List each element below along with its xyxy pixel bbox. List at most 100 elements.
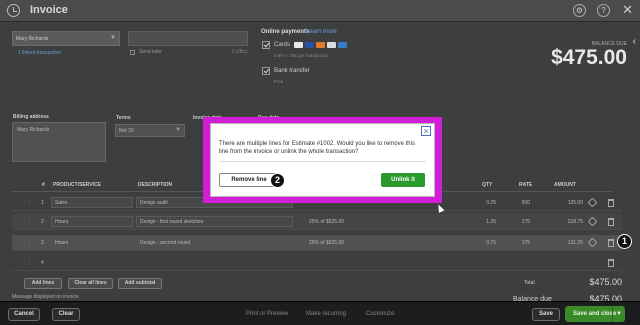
linked-transaction-link[interactable]: 1 linked transaction — [18, 50, 61, 56]
chevron-down-icon[interactable]: ▼ — [612, 306, 625, 322]
cancel-button[interactable]: Cancel — [8, 308, 40, 321]
link-icon[interactable] — [587, 237, 598, 248]
terms-label: Terms — [116, 115, 131, 121]
send-later-checkbox[interactable] — [130, 50, 135, 55]
chevron-down-icon: ▼ — [175, 127, 181, 133]
dialog-message: There are multiple lines for Estimate #1… — [219, 141, 415, 155]
table-row[interactable]: ⋮⋮ 3 Hours Design - second round 25% of … — [12, 235, 622, 251]
unlink-it-button[interactable]: Unlink it — [381, 173, 425, 187]
col-num: # — [42, 182, 45, 188]
row-amount: 131.25 — [567, 240, 583, 246]
close-icon[interactable]: × — [421, 126, 431, 136]
customize-link[interactable]: Customize — [366, 311, 394, 317]
send-later-label: Send later — [139, 49, 162, 55]
link-icon[interactable] — [587, 197, 598, 208]
message-label: Message displayed on invoice — [12, 294, 79, 300]
save-and-close-label: Save and close — [573, 311, 617, 317]
terms-value: Net 30 — [119, 128, 134, 134]
row-qty: 0.75 — [486, 240, 496, 246]
invoice-header: Invoice ⚙ ? ✕ — [0, 0, 640, 22]
row-rate: 175 — [521, 219, 530, 225]
row-qty: 0.25 — [486, 200, 496, 206]
row-rate: 175 — [521, 240, 530, 246]
bank-transfer-fee: Free — [274, 79, 284, 84]
cards-label: Cards — [274, 42, 291, 48]
col-product: PRODUCT/SERVICE — [53, 182, 101, 188]
discover-icon — [327, 42, 336, 48]
row-description-note: 25% of $525.00 — [309, 219, 345, 225]
drag-handle-icon[interactable]: ⋮⋮ — [22, 219, 32, 225]
terms-select[interactable]: Net 30 ▼ — [115, 124, 185, 137]
cards-checkbox[interactable] — [262, 41, 270, 49]
mastercard-icon — [316, 42, 325, 48]
customer-email-input[interactable] — [128, 31, 248, 46]
save-and-close-button[interactable]: Save and close ▼ — [565, 306, 625, 322]
row-product: Hours — [55, 219, 69, 225]
clear-button[interactable]: Clear — [52, 308, 80, 321]
print-preview-link[interactable]: Print or Preview — [246, 311, 288, 317]
amex-icon — [338, 42, 347, 48]
customer-name: Mary Richards — [16, 36, 49, 42]
row-qty: 1.25 — [486, 219, 496, 225]
billing-address-label: Billing address — [13, 114, 49, 120]
trash-icon[interactable] — [608, 218, 614, 226]
col-qty: QTY — [482, 182, 493, 188]
page-title: Invoice — [30, 4, 68, 16]
collapse-panel-icon[interactable]: ‹ — [633, 36, 636, 47]
row-amount: 125.00 — [567, 200, 583, 206]
trash-icon[interactable] — [608, 239, 614, 247]
total-amount: $475.00 — [589, 277, 622, 287]
help-icon[interactable]: ? — [597, 4, 610, 17]
add-subtotal-button[interactable]: Add subtotal — [118, 278, 162, 289]
trash-icon[interactable] — [608, 199, 614, 207]
col-description: DESCRIPTION — [138, 182, 173, 188]
save-button[interactable]: Save — [532, 308, 560, 321]
clear-all-lines-button[interactable]: Clear all lines — [68, 278, 113, 289]
balance-due-amount: $475.00 — [551, 46, 627, 69]
settings-icon[interactable]: ⚙ — [573, 4, 586, 17]
callout-badge-2: 2 — [270, 173, 285, 188]
unlink-dialog: × There are multiple lines for Estimate … — [210, 123, 435, 197]
row-description: Design - first round sketches — [140, 219, 204, 225]
table-row[interactable]: ⋮⋮ 2 Hours Design - first round sketches… — [12, 214, 622, 230]
row-num: 2 — [41, 219, 44, 225]
make-recurring-link[interactable]: Make recurring — [306, 311, 346, 317]
row-product: Hours — [55, 240, 69, 246]
close-icon[interactable]: ✕ — [622, 2, 633, 18]
bank-transfer-label: Bank transfer — [274, 68, 310, 74]
history-icon[interactable] — [7, 4, 20, 17]
dialog-divider — [219, 161, 426, 162]
row-product: Sales — [55, 200, 68, 206]
row-description: Design audit — [140, 200, 168, 206]
row-description-note: 25% of $525.00 — [309, 240, 345, 246]
row-num: 1 — [41, 200, 44, 206]
callout-badge-1: 1 — [617, 234, 632, 249]
billing-address-value: Mary Richards — [17, 127, 50, 133]
row-num: 4 — [41, 260, 44, 266]
customer-select[interactable]: Mary Richards ▼ — [12, 31, 120, 46]
footer-bar: Cancel Clear Print or Preview Make recur… — [0, 301, 640, 325]
bank-transfer-checkbox[interactable] — [262, 67, 270, 75]
chevron-down-icon: ▼ — [110, 35, 116, 41]
row-description: Design - second round — [140, 240, 191, 246]
drag-handle-icon[interactable]: ⋮⋮ — [22, 260, 32, 266]
billing-address-field[interactable]: Mary Richards — [12, 122, 106, 162]
visa-icon — [305, 42, 314, 48]
card-logo-icon — [294, 42, 303, 48]
row-amount: 218.75 — [567, 219, 583, 225]
learn-more-link[interactable]: Learn more — [306, 29, 337, 35]
trash-icon[interactable] — [608, 259, 614, 267]
drag-handle-icon[interactable]: ⋮⋮ — [22, 200, 32, 206]
cards-fee: 2.9% + 25¢ per transaction — [274, 53, 328, 58]
row-num: 3 — [41, 240, 44, 246]
cc-bcc-link[interactable]: Cc/Bcc — [232, 49, 248, 55]
total-label: Total — [524, 280, 535, 286]
link-icon[interactable] — [587, 216, 598, 227]
col-rate: RATE — [519, 182, 533, 188]
row-rate: 500 — [521, 200, 530, 206]
drag-handle-icon[interactable]: ⋮⋮ — [22, 240, 32, 246]
add-lines-button[interactable]: Add lines — [24, 278, 62, 289]
table-row[interactable]: ⋮⋮ 4 — [12, 255, 622, 271]
col-amount: AMOUNT — [554, 182, 576, 188]
invoice-screen: Invoice ⚙ ? ✕ ‹ Mary Richards ▼ 1 linked… — [0, 0, 640, 325]
